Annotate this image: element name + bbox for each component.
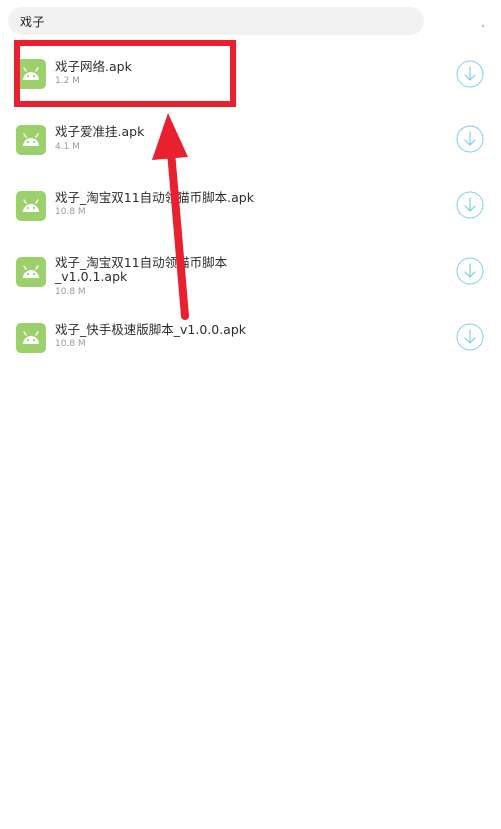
- android-icon: [16, 257, 46, 287]
- download-circle-icon: [456, 323, 484, 351]
- download-button[interactable]: [456, 60, 484, 88]
- download-button[interactable]: [456, 191, 484, 219]
- android-icon: [16, 191, 46, 221]
- item-title: 戏子_快手极速版脚本_v1.0.0.apk: [55, 322, 247, 337]
- list-item[interactable]: 戏子_淘宝双11自动领猫币脚本.apk 10.8 M: [0, 182, 501, 236]
- list-item[interactable]: 戏子_快手极速版脚本_v1.0.0.apk 10.8 M: [0, 314, 501, 368]
- android-icon: [16, 125, 46, 155]
- item-title-line-2: _v1.0.1.apk: [55, 269, 128, 284]
- item-size: 10.8 M: [55, 339, 86, 349]
- list-item[interactable]: 戏子爱准挂.apk 4.1 M: [0, 116, 501, 170]
- search-bar[interactable]: 戏子: [8, 7, 424, 35]
- item-title: 戏子爱准挂.apk: [55, 124, 145, 139]
- list-item[interactable]: 戏子_淘宝双11自动领猫币脚本 _v1.0.1.apk 10.8 M: [0, 248, 501, 302]
- download-circle-icon: [456, 257, 484, 285]
- annotation-highlight-box: [14, 40, 236, 107]
- status-dot: [482, 25, 484, 27]
- android-icon: [16, 323, 46, 353]
- item-size: 4.1 M: [55, 142, 80, 152]
- item-title-line-1: 戏子_淘宝双11自动领猫币脚本: [55, 255, 228, 270]
- item-size: 10.8 M: [55, 207, 86, 217]
- download-button[interactable]: [456, 125, 484, 153]
- search-query: 戏子: [20, 14, 46, 29]
- download-circle-icon: [456, 191, 484, 219]
- item-title: 戏子_淘宝双11自动领猫币脚本.apk: [55, 190, 254, 205]
- download-circle-icon: [456, 125, 484, 153]
- download-circle-icon: [456, 60, 484, 88]
- item-size: 10.8 M: [55, 287, 86, 297]
- download-button[interactable]: [456, 323, 484, 351]
- download-button[interactable]: [456, 257, 484, 285]
